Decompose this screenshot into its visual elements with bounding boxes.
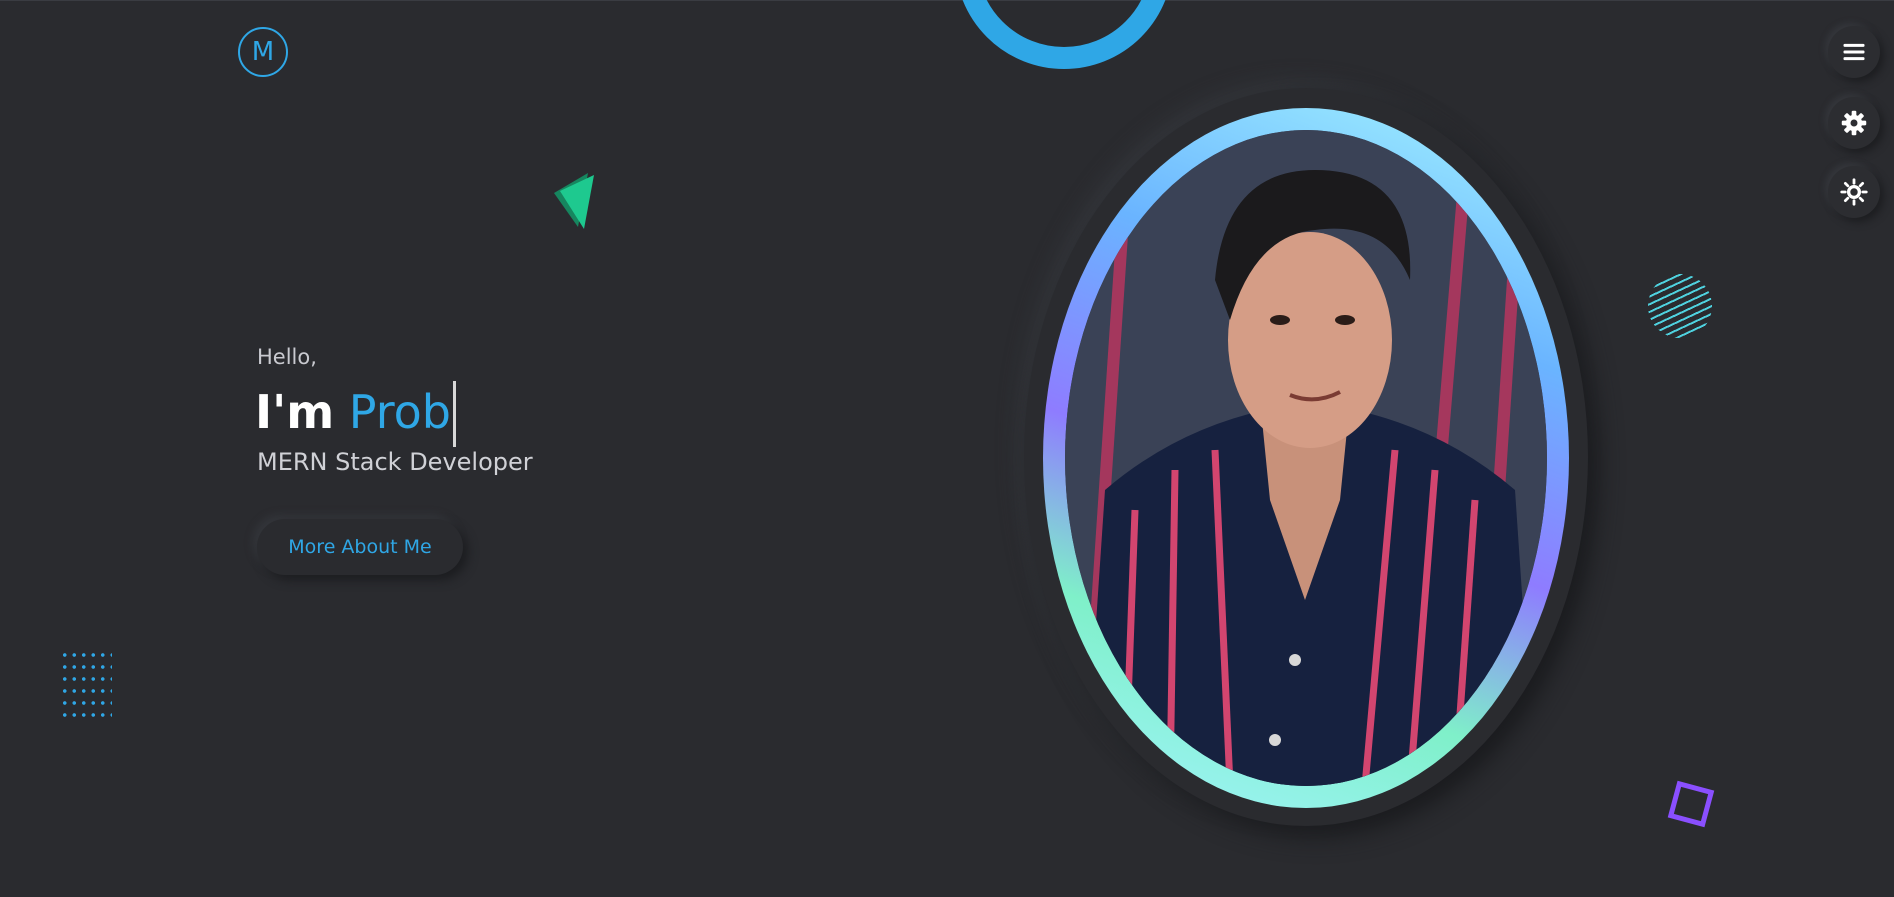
decorative-striped-circle [1648, 274, 1712, 338]
menu-button[interactable] [1828, 26, 1880, 78]
profile-photo [1065, 130, 1547, 786]
sun-icon [1840, 178, 1868, 206]
headline: I'm Prob [255, 380, 456, 447]
logo[interactable]: M [238, 27, 288, 77]
decorative-square [1667, 780, 1715, 828]
more-about-me-button[interactable]: More About Me [257, 519, 463, 575]
settings-button[interactable] [1828, 97, 1880, 149]
greeting-text: Hello, [257, 345, 317, 369]
decorative-triangle [554, 173, 594, 229]
portrait-frame [1043, 108, 1569, 808]
role-text: MERN Stack Developer [257, 448, 533, 476]
intro-text: I'm [255, 385, 335, 439]
typing-cursor [452, 380, 456, 447]
theme-toggle-button[interactable] [1828, 166, 1880, 218]
hamburger-icon [1843, 43, 1865, 61]
typed-name: Prob [348, 385, 451, 439]
decorative-dot-grid [60, 649, 112, 724]
gear-icon [1841, 110, 1867, 136]
hero-page: M Hello, I'm Prob MERN Stack Developer M… [0, 0, 1894, 897]
decorative-ring [955, 0, 1173, 69]
